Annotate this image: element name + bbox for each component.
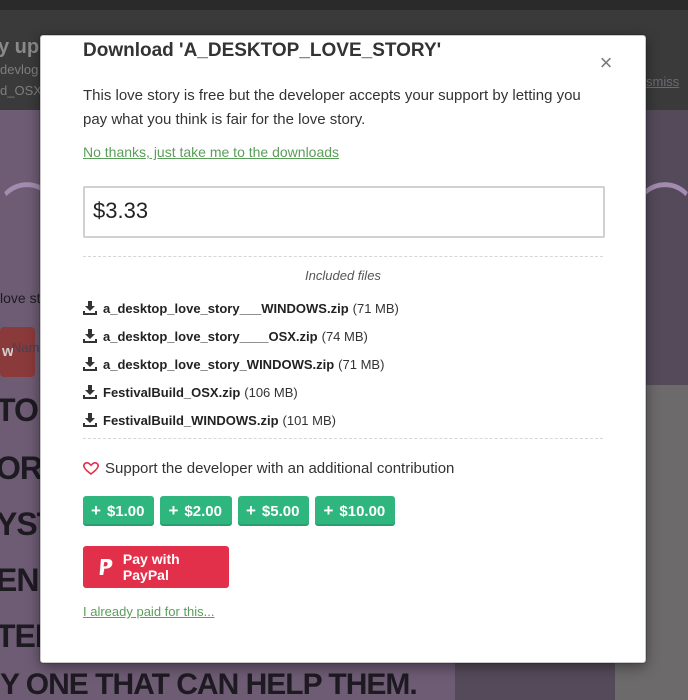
background-bottom-text: Y ONE THAT CAN HELP THEM.: [0, 668, 418, 700]
file-size: (71 MB): [352, 300, 399, 316]
background-dismiss-link: smiss: [646, 74, 680, 89]
background-header-subtitle-2: d_OSX: [0, 83, 42, 98]
file-size: (74 MB): [321, 328, 368, 344]
background-love-story-text: love st: [0, 290, 41, 306]
tip-1-button[interactable]: + $1.00: [83, 496, 155, 526]
file-size: (106 MB): [244, 384, 298, 400]
plus-icon: +: [168, 501, 179, 520]
divider-top: [83, 256, 603, 257]
already-paid-link[interactable]: I already paid for this...: [83, 604, 215, 619]
file-name: a_desktop_love_story_WINDOWS.zip: [103, 356, 335, 372]
download-modal: Download 'A_DESKTOP_LOVE_STORY' × This l…: [40, 35, 646, 663]
download-icon: [83, 329, 97, 343]
tip-10-button[interactable]: + $10.00: [315, 496, 396, 526]
plus-icon: +: [323, 501, 334, 520]
file-row[interactable]: a_desktop_love_story____OSX.zip (74 MB): [83, 322, 603, 350]
divider-bottom: [83, 438, 603, 439]
paypal-button[interactable]: Pay with PayPal: [83, 546, 229, 588]
modal-description: This love story is free but the develope…: [83, 87, 581, 128]
tip-buttons: + $1.00 + $2.00 + $5.00 + $10.00: [83, 496, 401, 526]
file-row[interactable]: a_desktop_love_story___WINDOWS.zip (71 M…: [83, 294, 603, 322]
support-text: Support the developer with an additional…: [105, 460, 455, 477]
close-icon[interactable]: ×: [597, 52, 615, 74]
file-name: a_desktop_love_story___WINDOWS.zip: [103, 300, 349, 316]
support-section: Support the developer with an additional…: [83, 460, 454, 477]
plus-icon: +: [91, 501, 101, 520]
file-row[interactable]: a_desktop_love_story_WINDOWS.zip (71 MB): [83, 350, 603, 378]
file-size: (71 MB): [338, 356, 385, 372]
download-icon: [83, 357, 97, 371]
tip-label: $1.00: [106, 502, 145, 520]
files-heading: Included files: [305, 268, 381, 283]
price-field: [83, 186, 605, 238]
file-name: FestivalBuild_OSX.zip: [103, 384, 241, 400]
tip-2-button[interactable]: + $2.00: [160, 496, 232, 526]
download-icon: [83, 413, 97, 427]
file-list: a_desktop_love_story___WINDOWS.zip (71 M…: [83, 294, 603, 434]
background-name-label: Nam: [12, 340, 40, 355]
background-topbar: [0, 0, 688, 10]
file-name: a_desktop_love_story____OSX.zip: [103, 328, 318, 344]
download-icon: [83, 385, 97, 399]
file-row[interactable]: FestivalBuild_WINDOWS.zip (101 MB): [83, 406, 603, 434]
tip-label: $5.00: [261, 502, 300, 520]
paypal-label: Pay with PayPal: [122, 551, 180, 583]
file-name: FestivalBuild_WINDOWS.zip: [103, 412, 279, 428]
file-size: (101 MB): [282, 412, 336, 428]
background-header-subtitle: devlog: [0, 62, 39, 77]
no-thanks-link[interactable]: No thanks, just take me to the downloads: [83, 144, 339, 160]
tip-label: $2.00: [184, 502, 222, 520]
download-icon: [83, 301, 97, 315]
tip-label: $10.00: [339, 502, 386, 520]
background-big-text-4: EN: [0, 562, 39, 598]
plus-icon: +: [245, 501, 256, 520]
file-row[interactable]: FestivalBuild_OSX.zip (106 MB): [83, 378, 603, 406]
modal-title: Download 'A_DESKTOP_LOVE_STORY': [83, 40, 442, 61]
paypal-icon: [99, 559, 113, 575]
background-decoration-right: ⌒: [642, 180, 688, 232]
price-input[interactable]: [85, 188, 593, 234]
tip-5-button[interactable]: + $5.00: [237, 496, 310, 526]
heart-icon: [83, 461, 99, 475]
